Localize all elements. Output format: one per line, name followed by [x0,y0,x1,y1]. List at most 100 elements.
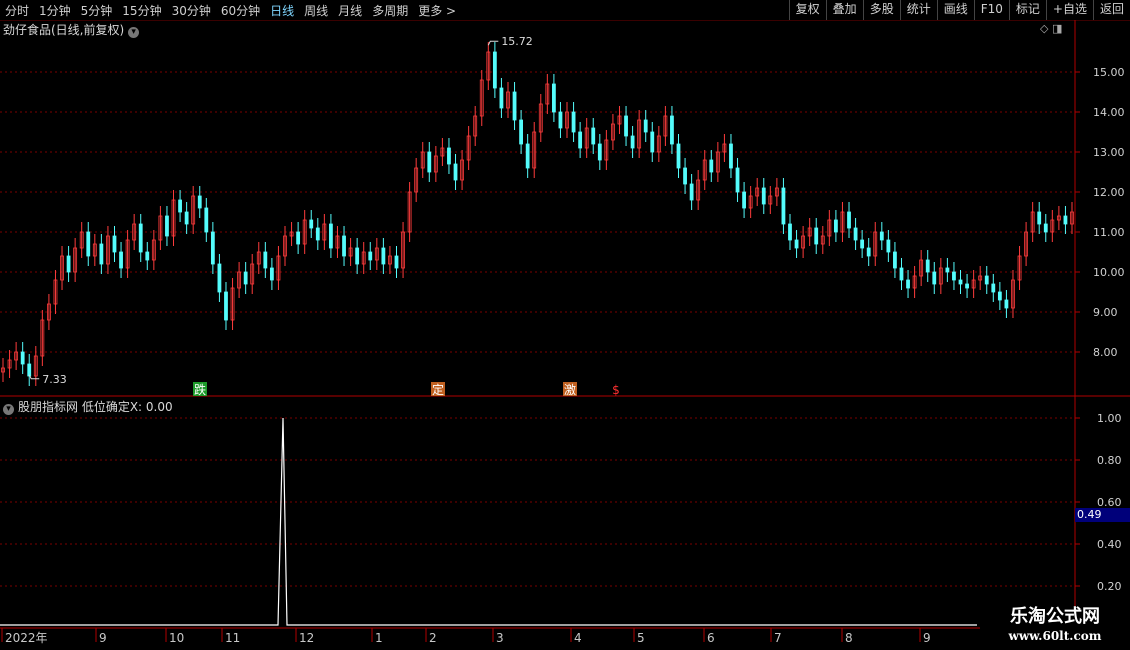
watermark: 乐淘公式网 www.60lt.com [980,606,1130,650]
chevron-down-icon[interactable]: ▾ [3,404,14,415]
candle-body [925,259,930,273]
indicator-title: ▾ 股朋指标网 低位确定X: 0.00 [3,398,173,415]
hi-lo-annotations: 15.72 7.33 [28,35,533,386]
candle-body [1063,215,1068,225]
candle-body [1004,299,1009,309]
candle-body [447,147,451,165]
candle-body [499,87,504,109]
date-tick-label: 10 [169,631,184,645]
candle-body [368,251,373,261]
candle-body [958,279,963,285]
candle-body [145,251,150,261]
candle-body [112,235,117,253]
candle-body [1037,211,1042,225]
candle-body [20,351,25,365]
signal-label: 定 [432,382,444,397]
candle-body [709,159,714,173]
candle-body [729,143,733,169]
candle-body [66,255,71,273]
candle-body [997,291,1002,301]
date-tick-label: 9 [923,631,931,645]
candle-body [315,227,320,241]
candle-body [381,247,386,265]
candle-body [781,187,786,225]
candle-body [591,127,596,145]
candle-body [427,151,432,173]
indicator-name: 股朋指标网 低位确定X: 0.00 [18,400,173,414]
candle-body [184,211,189,225]
signal-label: 激 [564,383,576,397]
candle-body [119,251,123,269]
candle-body [309,219,314,229]
candle-body [952,271,956,281]
date-tick-label: 5 [637,631,645,645]
candle-body [269,267,274,281]
indicator-chart: 1.000.800.600.400.20 [0,412,1122,626]
candle-body [512,91,517,121]
candles [1,42,1074,386]
watermark-title: 乐淘公式网 [1010,606,1100,627]
candle-body [492,51,497,89]
sub-tick-label: 0.20 [1097,580,1122,593]
price-tick-label: 9.00 [1093,306,1118,319]
candle-body [899,267,904,281]
candle-body [329,223,333,249]
high-pointer [487,40,499,46]
candle-body [630,135,635,149]
candle-body [886,239,891,253]
candle-body [853,227,858,241]
candle-body [558,111,563,129]
candle-body [643,119,648,133]
candle-body [676,143,681,169]
candle-body [27,363,32,377]
candle-body [624,115,628,137]
candle-body [945,267,950,273]
candle-body [86,231,91,257]
candle-body [197,195,202,209]
candle-body [394,255,399,269]
candle-body [847,211,851,229]
candle-body [210,231,215,265]
candle-body [866,247,871,257]
signal-markers: 跌 定 激 $ [193,382,620,397]
candle-body [834,219,838,233]
candle-body [178,199,182,213]
candle-body [597,143,602,161]
candle-body [742,191,746,209]
candle-body [689,183,694,201]
kline-chart-area[interactable]: 15.0014.0013.0012.0011.0010.009.008.00 1… [0,0,1130,650]
date-tick-label: 8 [845,631,853,645]
candle-body [355,247,360,265]
candle-body [519,119,524,145]
candle-body [571,111,576,133]
date-tick-label: 2 [429,631,437,645]
date-tick-label: 1 [375,631,383,645]
low-price-label: 7.33 [42,373,66,386]
date-tick-label: 3 [496,631,504,645]
candle-body [525,143,530,169]
candle-body [453,163,458,181]
candle-body [984,275,989,285]
price-tick-label: 14.00 [1093,106,1125,119]
sub-tick-label: 0.40 [1097,538,1122,551]
candle-body [683,167,687,185]
candle-body [991,283,996,293]
candle-body [794,239,799,249]
candle-body [217,263,222,293]
candle-body [263,251,268,269]
price-tick-label: 10.00 [1093,266,1125,279]
candle-body [243,271,248,285]
candle-body [551,83,556,113]
price-tick-label: 12.00 [1093,186,1125,199]
chart-grid [0,20,1130,650]
candle-body [138,223,143,253]
high-price-label: 15.72 [501,35,532,48]
candle-body [204,207,209,233]
candle-body [879,231,884,241]
candle-body [735,167,740,193]
candle-body [342,235,346,257]
price-tick-label: 13.00 [1093,146,1125,159]
candle-body [578,131,583,149]
date-tick-label: 9 [99,631,107,645]
date-tick-label: 11 [225,631,240,645]
